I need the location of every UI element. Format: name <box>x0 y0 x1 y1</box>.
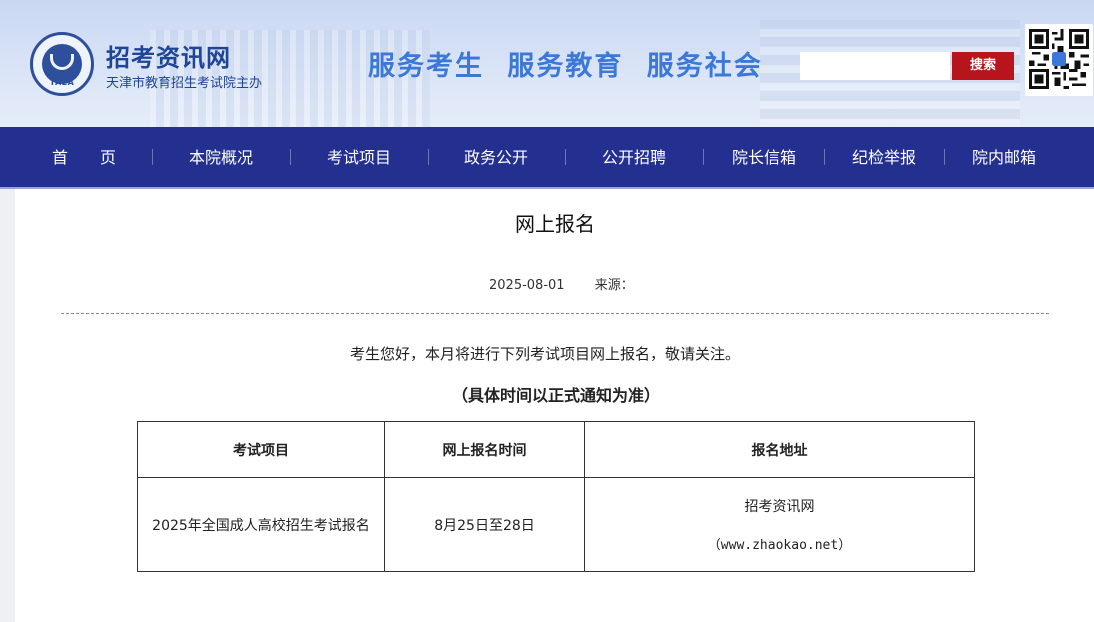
table-cell-project: 2025年全国成人高校招生考试报名 <box>137 477 385 572</box>
registration-table: 考试项目 网上报名时间 报名地址 2025年全国成人高校招生考试报名 8月25日… <box>137 421 975 572</box>
search-input[interactable] <box>800 52 950 80</box>
table-row: 2025年全国成人高校招生考试报名 8月25日至28日 招考资讯网 （www.z… <box>137 477 975 572</box>
qr-code-icon <box>1025 24 1093 96</box>
article-source: 来源： <box>594 278 634 293</box>
nav-separator <box>824 149 825 165</box>
article-divider <box>61 313 1049 314</box>
table-header-cell: 报名地址 <box>584 421 975 478</box>
article-title: 网上报名 <box>515 212 595 236</box>
nav-separator <box>703 149 704 165</box>
site-header: TAEA 招考资讯网 天津市教育招生考试院主办 服务考生 服务教育 服务社会 搜… <box>0 0 1094 127</box>
nav-separator <box>290 149 291 165</box>
table-header-row: 考试项目 网上报名时间 报名地址 <box>137 421 975 478</box>
nav-item-gov-affairs[interactable]: 政务公开 <box>464 127 528 187</box>
nav-separator <box>152 149 153 165</box>
nav-separator <box>944 149 945 165</box>
nav-item-home[interactable]: 首 页 <box>52 127 116 187</box>
table-header-cell: 网上报名时间 <box>384 421 585 478</box>
nav-item-discipline-report[interactable]: 纪检举报 <box>852 127 916 187</box>
logo-tag: TAEA <box>49 78 75 87</box>
article-date: 2025-08-01 <box>489 278 565 293</box>
taea-logo[interactable]: TAEA <box>30 32 94 96</box>
main-nav: 首 页 本院概况 考试项目 政务公开 公开招聘 院长信箱 纪检举报 院内邮箱 <box>0 127 1094 187</box>
article-intro: 考生您好，本月将进行下列考试项目网上报名，敬请关注。 <box>350 345 741 363</box>
nav-separator <box>565 149 566 165</box>
address-site-name: 招考资讯网 <box>744 499 815 515</box>
nav-bottom-border <box>0 187 1094 189</box>
nav-item-president-mailbox[interactable]: 院长信箱 <box>732 127 796 187</box>
article-meta: 2025-08-01 来源： <box>489 274 634 293</box>
table-header-cell: 考试项目 <box>137 421 385 478</box>
nav-item-about[interactable]: 本院概况 <box>189 127 253 187</box>
nav-item-internal-mail[interactable]: 院内邮箱 <box>972 127 1036 187</box>
table-cell-time: 8月25日至28日 <box>384 477 585 572</box>
article-note: （具体时间以正式通知为准） <box>452 386 661 405</box>
search-button[interactable]: 搜索 <box>952 52 1014 80</box>
nav-separator <box>428 149 429 165</box>
left-page-gutter <box>0 189 15 622</box>
table-cell-address: 招考资讯网 （www.zhaokao.net） <box>584 477 975 572</box>
nav-item-recruitment[interactable]: 公开招聘 <box>602 127 666 187</box>
header-slogan: 服务考生 服务教育 服务社会 <box>368 51 763 82</box>
site-name[interactable]: 招考资讯网 <box>106 38 231 73</box>
nav-item-exams[interactable]: 考试项目 <box>327 127 391 187</box>
address-url-link[interactable]: （www.zhaokao.net） <box>585 534 974 553</box>
site-subtitle: 天津市教育招生考试院主办 <box>106 76 263 91</box>
